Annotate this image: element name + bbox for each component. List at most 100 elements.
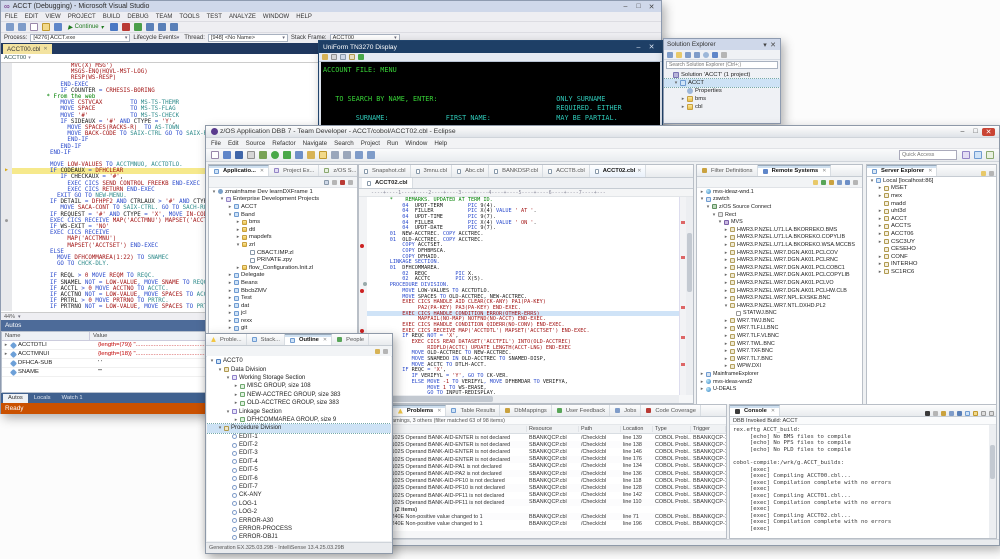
back-icon[interactable] (685, 51, 691, 58)
tree-item[interactable]: ▾ Data Division (207, 365, 391, 373)
tree-item[interactable]: ▸ dtl (209, 226, 357, 234)
editor-tab[interactable]: Abc.cbl (452, 165, 490, 177)
tree-item[interactable]: ▾ MVS (697, 218, 862, 226)
tree-item[interactable]: ▾ Working Storage Section (207, 374, 391, 382)
tree-item[interactable]: LOG-1 (207, 500, 391, 508)
runcfg-icon[interactable] (283, 151, 291, 159)
tree-item[interactable]: ERROR-A30 (207, 516, 391, 524)
console-output[interactable]: rex.eftg ACCT_build: [echo] No BMS files… (730, 425, 989, 538)
view-tab[interactable]: Table Results (446, 405, 501, 416)
tool-window-tab[interactable]: Autos (3, 394, 28, 403)
tree-item[interactable]: ▾ Procedure Division (207, 423, 391, 434)
tree-item[interactable]: ▸ WR7.TXF.BNC (697, 347, 862, 355)
tree-item[interactable]: ▸ CSC3UY (867, 238, 996, 246)
maximize-button[interactable]: □ (969, 128, 982, 135)
view-icon[interactable] (974, 151, 982, 159)
tree-item[interactable]: ▸ HWR3.P.NZEL.U71.LA.BKORREKO.BMS (697, 226, 862, 234)
continue-button[interactable]: ▶ Continue ▾ (68, 24, 104, 31)
tree-item[interactable]: PRIVATE.zpy (209, 256, 357, 264)
view-tab[interactable]: DbMappings (500, 405, 552, 416)
view-tab-console[interactable]: Console (730, 405, 781, 416)
menu-item[interactable]: Edit (228, 140, 239, 147)
editor-tab[interactable]: 3mnu.cbl (411, 165, 453, 177)
conn-icon[interactable] (358, 54, 364, 60)
run-icon[interactable] (271, 151, 279, 159)
menu-icon[interactable] (721, 51, 727, 58)
tree-item[interactable]: CBACT.IMP.zl (209, 249, 357, 257)
tree-item[interactable]: ▾ z/OS Source Connect (697, 203, 862, 211)
tree-item[interactable]: ▸ ACCTS (867, 223, 996, 231)
vertical-scrollbar[interactable] (686, 197, 693, 395)
eclipse-code-editor[interactable]: * REMARKS. UPDATED AT TERM ID. 04 UPDT-T… (359, 197, 679, 395)
tree-item[interactable]: ▸ git (209, 325, 357, 333)
close-button[interactable]: ✕ (982, 127, 995, 136)
menu-item[interactable]: Navigate (303, 140, 327, 147)
view-tab[interactable]: User Feedback (552, 405, 611, 416)
menu-item[interactable]: Source (246, 140, 266, 147)
tree-item[interactable]: ▾ zswtch (697, 196, 862, 204)
menu-icon[interactable] (348, 179, 353, 185)
view-tab[interactable]: Problems (392, 405, 447, 416)
tree-item[interactable]: ERROR-PROCESS (207, 525, 391, 533)
min-icon[interactable] (981, 411, 986, 416)
view-tab-server-explorer[interactable]: Server Explorer (867, 165, 938, 176)
tree-item[interactable]: ▸ BbcbZMV (209, 287, 357, 295)
tree-item[interactable]: EDIT-1 (207, 433, 391, 441)
pin-icon[interactable]: ▾ (761, 41, 769, 49)
tree-item[interactable]: ▸ SC1RC6 (867, 268, 996, 276)
view-tab[interactable]: Proble... (206, 334, 247, 345)
tree-item[interactable]: ▸ HWR3.P.NZEL.WR7.DGN.AK01.PCLVO (697, 279, 862, 287)
tree-item[interactable]: ▾ Band (209, 211, 357, 219)
tree-item[interactable]: ▾ Rect (697, 211, 862, 219)
tree-item[interactable]: ▸ jcl (209, 310, 357, 318)
fwd-icon[interactable] (18, 23, 26, 31)
tree-item[interactable]: EDIT-6 (207, 474, 391, 482)
tree-item[interactable]: ▸ WR7.TLF.LLBNC (697, 325, 862, 333)
tree-item[interactable]: ▸ dat (209, 302, 357, 310)
fwd-icon[interactable] (694, 51, 700, 58)
tree-item[interactable]: EDIT-5 (207, 466, 391, 474)
tree-item[interactable]: ▸ HWR3.P.NZEL.U71.LA.BKOREKO.WSA.MCCBS (697, 241, 862, 249)
zoom-level[interactable]: 44% (4, 314, 15, 320)
tree-item[interactable]: ▸ cbl (664, 103, 780, 111)
problem-row[interactable]: COBCH1240E Non-positive value changed to… (359, 513, 726, 521)
plus-icon[interactable] (821, 179, 826, 185)
editor-tab[interactable]: Snapshot.cbl (359, 165, 411, 177)
menu-item[interactable]: Help (434, 140, 447, 147)
view2-icon[interactable] (962, 151, 970, 159)
saveall-icon[interactable] (235, 151, 243, 159)
vertical-scrollbar[interactable] (989, 425, 996, 538)
tree-item[interactable]: ▸ bms (664, 95, 780, 103)
clear-icon[interactable] (933, 411, 938, 416)
menu-icon[interactable] (989, 171, 994, 176)
tree-item[interactable]: ▸ mex (867, 192, 996, 200)
eclipse-title-bar[interactable]: z/OS Application DBB 7 - Team Developer … (206, 126, 999, 138)
tree-item[interactable]: CESEHO (867, 245, 996, 253)
menu-item[interactable]: ANALYZE (229, 14, 256, 20)
menu-item[interactable]: DEBUG (127, 14, 148, 20)
tree-item[interactable]: ▸ WR7.TWJ.BNC (697, 317, 862, 325)
tab-acct00-cbl[interactable]: ACCT00.cbl ✕ (3, 44, 52, 54)
menu-item[interactable]: TEST (207, 14, 222, 20)
new-icon[interactable] (30, 23, 38, 31)
menu-item[interactable]: HELP (296, 14, 312, 20)
refresh-icon[interactable] (981, 171, 986, 176)
tree-item[interactable]: ▸ Delegate (209, 272, 357, 280)
quick-access-input[interactable] (900, 152, 956, 158)
tree-item[interactable]: EDIT-2 (207, 441, 391, 449)
tree-item[interactable]: ▸ HWR3.P.NZEL.WR7.DGN.AK01.PCLCOV (697, 249, 862, 257)
menu-item[interactable]: Window (405, 140, 427, 147)
max-icon[interactable] (989, 411, 994, 416)
tree-item[interactable]: ▾ zmainframe Dev learnDXFrame 1 (209, 188, 357, 196)
tree-item[interactable]: ▸ INTERHO (867, 261, 996, 269)
print-icon[interactable] (247, 151, 255, 159)
tree-item[interactable]: ▸ WPW.DXI (697, 363, 862, 371)
menu-icon[interactable] (383, 348, 388, 354)
tree-item[interactable]: ▾ Enterprise Development Projects (209, 196, 357, 204)
tree-item[interactable]: ▸ bms (209, 218, 357, 226)
fwd-icon[interactable] (367, 151, 375, 159)
tree-item[interactable]: ▸ WR7.TL7.BNC (697, 355, 862, 363)
print-icon[interactable] (331, 54, 337, 60)
editor-tab[interactable]: BANKDSP.cbl (489, 165, 544, 177)
back-icon[interactable] (355, 151, 363, 159)
